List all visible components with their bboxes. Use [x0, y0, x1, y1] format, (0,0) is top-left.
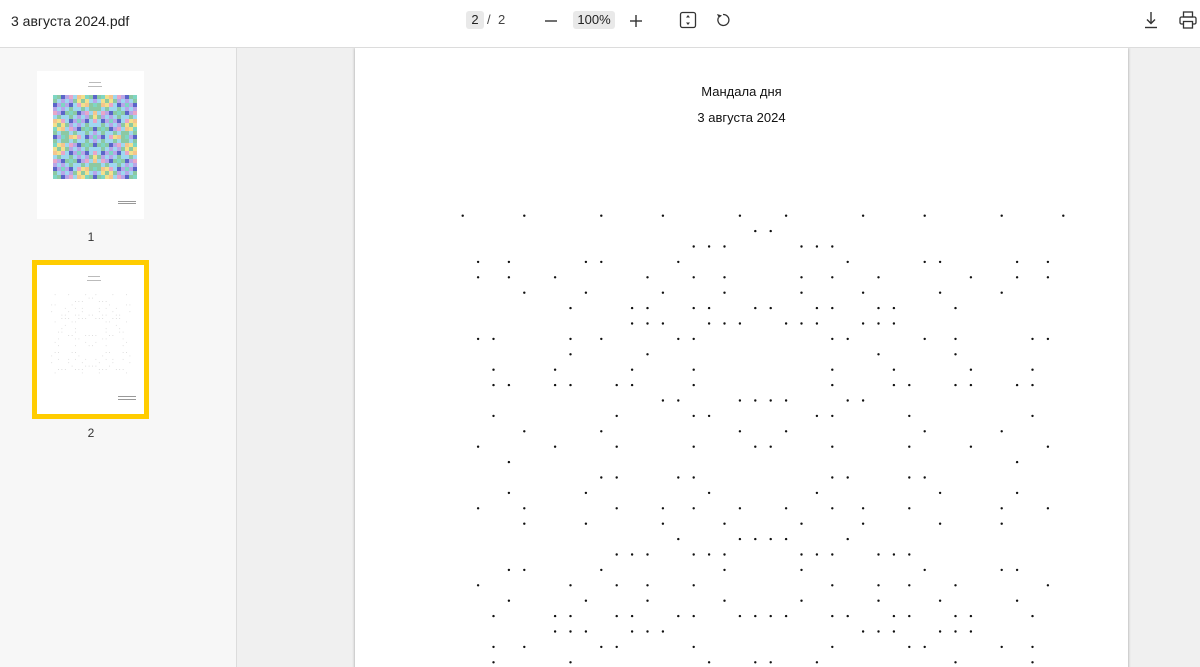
thumb-footer-line — [118, 396, 136, 397]
page-heading: Мандала дня — [701, 84, 782, 99]
thumbnail-page-1[interactable] — [37, 71, 144, 219]
minus-icon — [545, 20, 557, 22]
fit-page-button[interactable] — [676, 8, 700, 32]
zoom-out-button[interactable] — [539, 9, 563, 33]
fit-page-icon — [679, 11, 697, 29]
toolbar: 3 августа 2024.pdf 2 / 2 100% — [0, 0, 1200, 48]
mandala-dot-pattern — [461, 214, 1065, 664]
thumb-footer-line — [118, 201, 136, 202]
thumbnail-page-2[interactable] — [32, 260, 149, 419]
thumb-date-line — [88, 86, 102, 87]
mandala-dots-thumbnail — [51, 294, 131, 374]
document-viewer[interactable]: Мандала дня 3 августа 2024 — [238, 48, 1200, 667]
download-icon — [1145, 12, 1157, 29]
mandala-color-thumbnail — [53, 95, 137, 179]
thumbnail-label: 2 — [87, 426, 95, 440]
rotate-icon — [717, 13, 730, 27]
thumbnail-label: 1 — [87, 230, 95, 244]
thumb-date-line — [87, 280, 101, 281]
thumb-heading-line — [88, 276, 100, 277]
page-total: 2 — [498, 12, 506, 27]
zoom-level[interactable]: 100% — [573, 11, 615, 29]
print-icon — [1179, 11, 1197, 29]
document-title: 3 августа 2024.pdf — [11, 13, 130, 29]
thumb-footer-line — [118, 399, 136, 400]
page-separator: / — [487, 12, 491, 27]
pdf-page: Мандала дня 3 августа 2024 — [355, 48, 1128, 667]
page-number-input[interactable]: 2 — [466, 11, 484, 29]
download-button[interactable] — [1139, 8, 1163, 32]
zoom-in-button[interactable] — [624, 9, 648, 33]
rotate-button[interactable] — [711, 8, 735, 32]
thumbnail-sidebar: 1 2 — [0, 48, 237, 667]
thumb-footer-line — [118, 203, 136, 204]
plus-icon — [630, 15, 642, 27]
print-button[interactable] — [1176, 8, 1200, 32]
thumb-heading-line — [89, 82, 101, 83]
page-date: 3 августа 2024 — [697, 110, 786, 125]
